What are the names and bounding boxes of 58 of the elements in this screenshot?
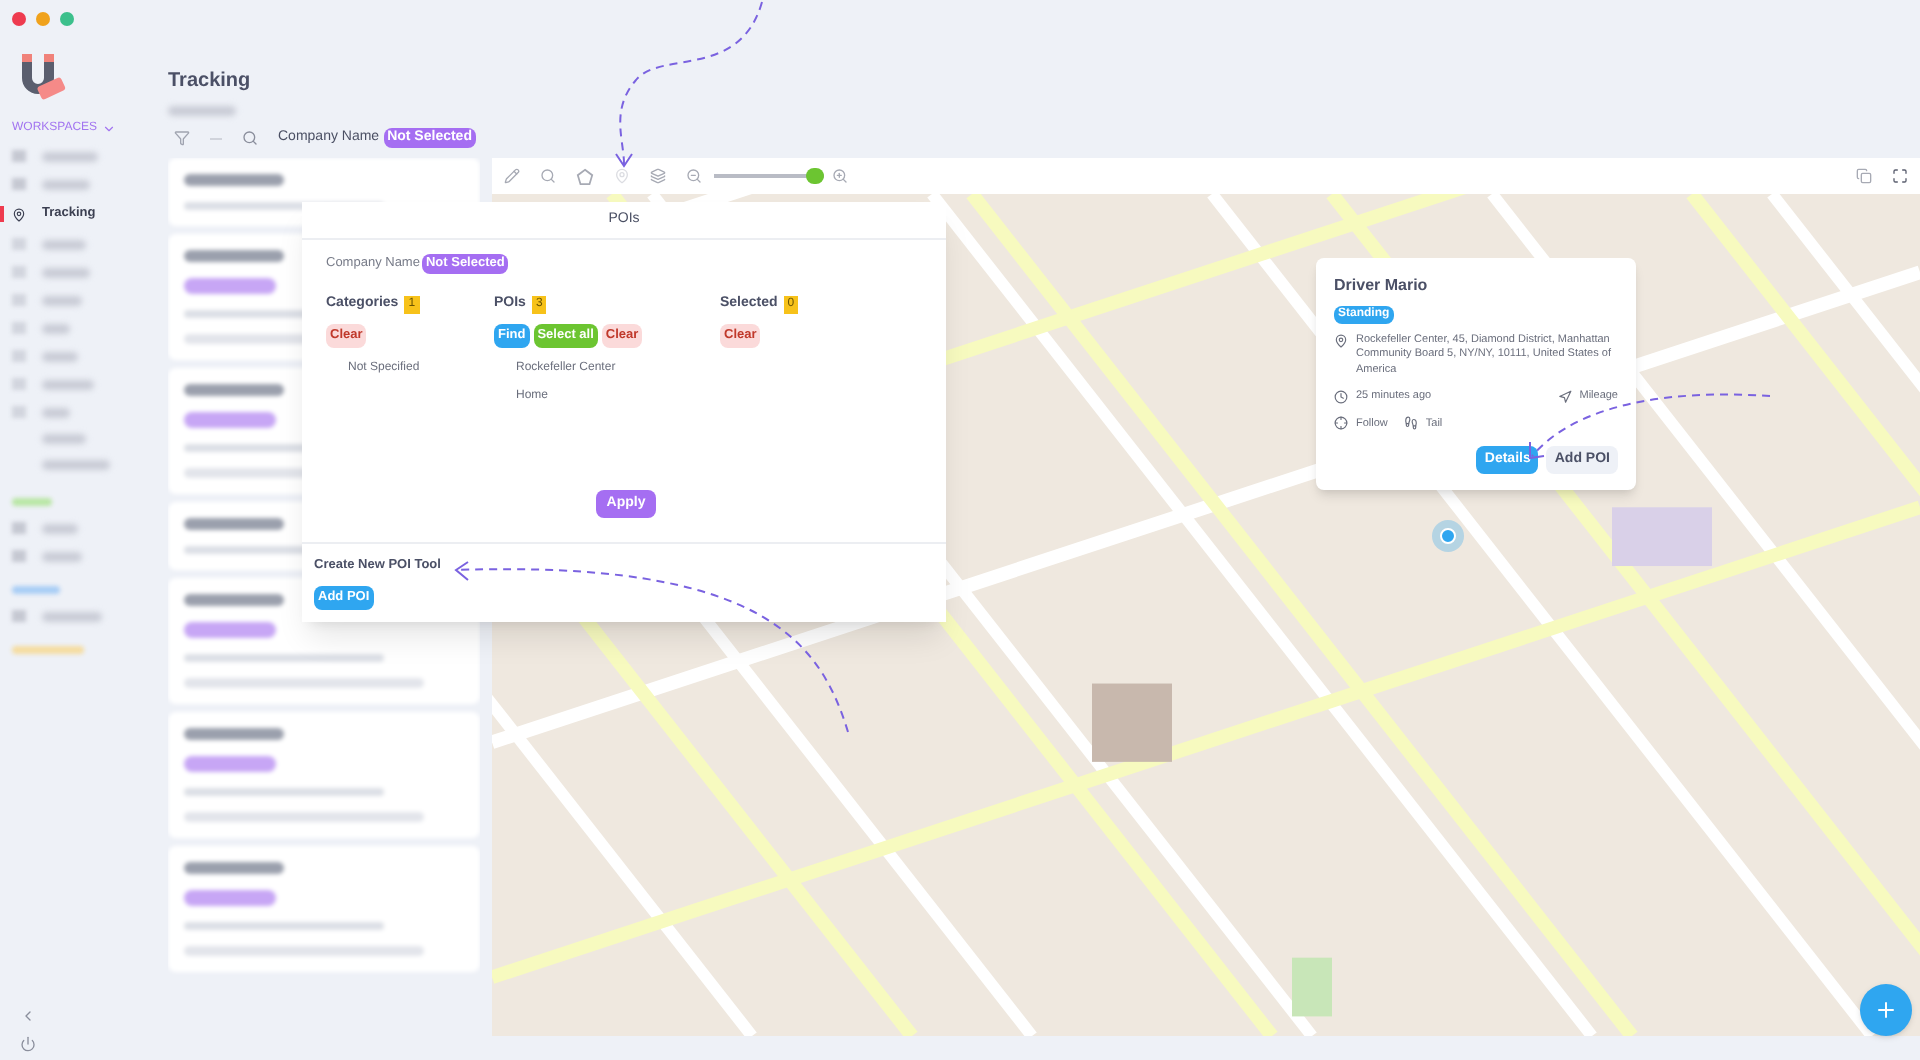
driver-name: Driver Mario	[1334, 274, 1430, 298]
blurred-icon	[12, 406, 26, 418]
blurred-icon	[12, 322, 26, 334]
blurred-text	[42, 351, 78, 361]
fullscreen-icon[interactable]	[1892, 168, 1908, 184]
zoom-in-icon[interactable]	[832, 168, 848, 184]
pencil-icon[interactable]	[504, 168, 520, 184]
map-pin-icon[interactable]	[614, 168, 630, 184]
search-icon[interactable]	[242, 130, 258, 146]
blurred-icon	[12, 550, 26, 562]
blurred-text	[42, 551, 82, 561]
blurred-text	[12, 646, 84, 654]
blurred-icon	[12, 178, 26, 190]
blurred-icon	[12, 378, 26, 390]
blurred-text	[42, 179, 90, 189]
blurred-icon	[12, 150, 26, 162]
blurred-text	[42, 460, 110, 470]
blurred-text	[42, 523, 78, 533]
layers-icon[interactable]	[650, 168, 666, 184]
blurred-text	[42, 611, 102, 621]
pentagon-icon[interactable]	[576, 167, 594, 185]
chevron-icon	[101, 122, 116, 136]
blurred-text	[42, 434, 86, 444]
page-title: Tracking	[168, 68, 253, 96]
collapse-icon[interactable]	[20, 1008, 36, 1024]
clock-icon	[1334, 389, 1348, 404]
blurred-text	[42, 379, 94, 389]
blurred-text	[42, 267, 90, 277]
blurred-icon	[12, 610, 26, 622]
power-icon[interactable]	[20, 1036, 36, 1052]
crosshair-icon[interactable]	[1334, 416, 1348, 431]
blurred-text	[42, 407, 70, 417]
blurred-text	[42, 239, 86, 249]
plus-icon	[1874, 998, 1898, 1022]
blurred-text	[42, 151, 98, 161]
blurred-icon	[12, 294, 26, 306]
search-icon[interactable]	[540, 168, 556, 184]
zoom-slider-thumb[interactable]	[805, 168, 824, 184]
footprints-icon[interactable]	[1403, 416, 1418, 431]
blurred-icon	[12, 238, 26, 250]
filter-icon[interactable]	[174, 130, 190, 146]
location-icon	[1334, 334, 1348, 348]
zoom-out-icon[interactable]	[686, 168, 702, 184]
blurred-icon	[12, 522, 26, 534]
building-block	[1092, 683, 1172, 762]
blurred-text	[12, 498, 52, 506]
blurred-icon	[12, 350, 26, 362]
building-block	[1612, 507, 1712, 567]
map-pin-icon	[12, 207, 26, 221]
blurred-icon	[12, 266, 26, 278]
copy-icon[interactable]	[1856, 168, 1872, 184]
blurred-text	[12, 586, 60, 594]
blurred-text	[42, 323, 70, 333]
route-icon[interactable]	[1557, 389, 1572, 404]
blurred-text	[168, 106, 236, 116]
vehicle-marker-icon[interactable]	[1432, 520, 1464, 552]
blurred-text	[42, 295, 82, 305]
park-block	[1292, 957, 1332, 1017]
